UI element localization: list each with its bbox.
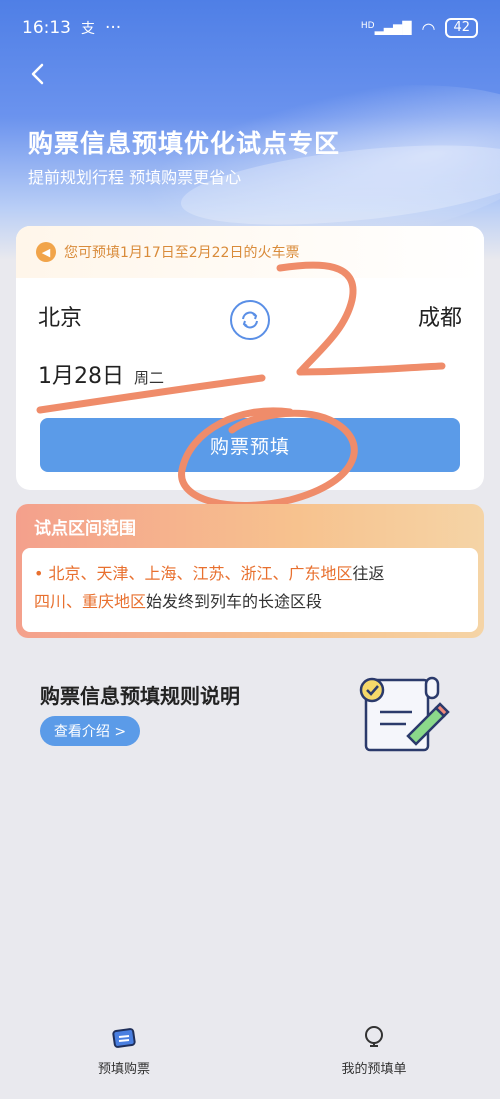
document-pen-icon (352, 672, 452, 756)
travel-date: 1月28日 (38, 364, 124, 389)
pilot-regions-2: 四川、重庆地区 (34, 592, 147, 611)
hd-label: HD (360, 21, 375, 31)
status-bar: 16:13 支 ··· HD▂▄▆█ ◠ 42 (22, 14, 478, 42)
notice-bar: ◀ 您可预填1月17日至2月22日的火车票 (16, 226, 484, 278)
pilot-zone-content: • 北京、天津、上海、江苏、浙江、广东地区往返 四川、重庆地区始发终到列车的长途… (22, 548, 478, 632)
back-arrow-icon[interactable] (22, 58, 54, 90)
status-time: 16:13 (22, 18, 71, 38)
megaphone-icon: ◀ (36, 242, 56, 262)
wifi-icon: ◠ (421, 18, 436, 38)
pilot-suffix-1: 往返 (352, 564, 385, 583)
pilot-regions-1: 北京、天津、上海、江苏、浙江、广东地区 (48, 564, 353, 583)
page-title: 购票信息预填优化试点专区 (28, 129, 341, 158)
status-left: 16:13 支 ··· (22, 18, 121, 38)
travel-weekday: 周二 (134, 369, 165, 387)
view-intro-button[interactable]: 查看介绍 > (40, 716, 140, 746)
signal-icon: HD▂▄▆█ (360, 21, 412, 35)
tab-my-prefill-orders-label: 我的预填单 (341, 1062, 407, 1077)
tab-prefill-booking-label: 预填购票 (97, 1062, 150, 1077)
lightbulb-icon (360, 1024, 388, 1052)
swap-stations-icon[interactable] (230, 300, 270, 340)
notice-text: 您可预填1月17日至2月22日的火车票 (64, 245, 300, 261)
booking-card: ◀ 您可预填1月17日至2月22日的火车票 北京 成都 1月28日 周二 购票预… (16, 226, 484, 490)
page-subtitle: 提前规划行程 预填购票更省心 (28, 168, 242, 187)
pilot-zone-text: • 北京、天津、上海、江苏、浙江、广东地区往返 四川、重庆地区始发终到列车的长途… (34, 560, 466, 616)
to-station[interactable]: 成都 (418, 300, 462, 332)
alipay-icon: 支 (81, 21, 95, 37)
from-station[interactable]: 北京 (38, 300, 82, 332)
tab-prefill-booking[interactable]: 预填购票 (64, 1024, 184, 1077)
bottom-navigation: 预填购票 我的预填单 (0, 1010, 500, 1099)
date-selector[interactable]: 1月28日 周二 (38, 358, 164, 390)
pilot-zone-title: 试点区间范围 (34, 519, 136, 539)
status-right: HD▂▄▆█ ◠ 42 (361, 18, 478, 38)
pilot-suffix-2: 始发终到列车的长途区段 (146, 592, 323, 611)
tab-my-prefill-orders[interactable]: 我的预填单 (314, 1024, 434, 1077)
ticket-icon (110, 1024, 138, 1052)
pilot-zone-card: 试点区间范围 • 北京、天津、上海、江苏、浙江、广东地区往返 四川、重庆地区始发… (16, 504, 484, 638)
rules-title: 购票信息预填规则说明 (40, 684, 240, 708)
more-notifications-icon: ··· (105, 18, 122, 38)
prefill-booking-button[interactable]: 购票预填 (40, 418, 460, 472)
bullet-dot: • (34, 564, 49, 583)
battery-indicator: 42 (445, 18, 478, 38)
